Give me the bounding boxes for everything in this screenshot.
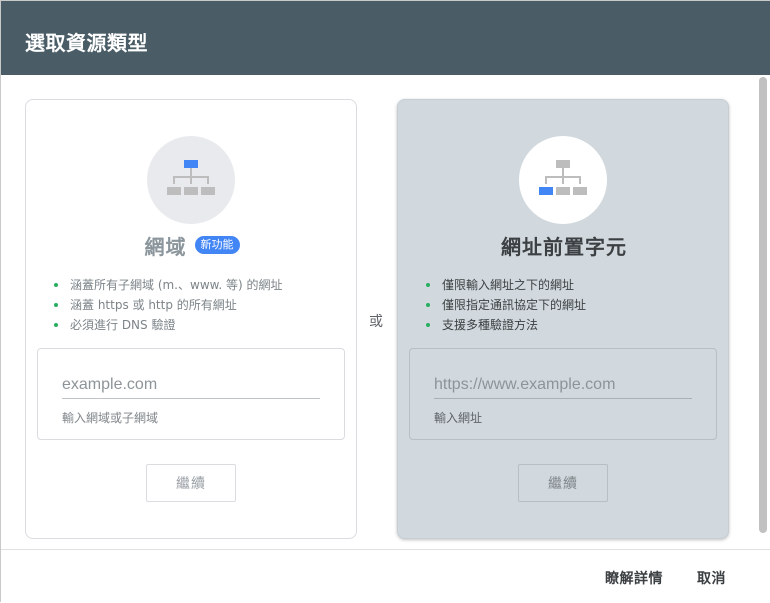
cancel-button[interactable]: 取消 [691, 564, 732, 592]
scrollbar-thumb[interactable] [759, 77, 767, 533]
prefix-input-box: 輸入網址 [409, 348, 717, 440]
domain-card[interactable]: 網域 新功能 涵蓋所有子網域 (m.、www. 等) 的網址 涵蓋 https … [25, 99, 357, 539]
feature-item: 支援多種驗證方法 [426, 315, 586, 335]
dialog-footer: 瞭解詳情 取消 [1, 549, 770, 603]
domain-input-box: 輸入網域或子網域 [37, 348, 345, 440]
domain-feature-list: 涵蓋所有子網域 (m.、www. 等) 的網址 涵蓋 https 或 http … [54, 275, 282, 335]
scrollbar[interactable] [757, 75, 769, 549]
feature-item: 僅限輸入網址之下的網址 [426, 275, 586, 295]
feature-item: 涵蓋所有子網域 (m.、www. 等) 的網址 [54, 275, 282, 295]
or-separator: 或 [369, 314, 383, 330]
feature-item: 涵蓋 https 或 http 的所有網址 [54, 295, 282, 315]
new-feature-badge: 新功能 [194, 236, 240, 254]
sitemap-icon [167, 160, 215, 195]
feature-item: 必須進行 DNS 驗證 [54, 315, 282, 335]
domain-input-helper: 輸入網域或子網域 [62, 411, 159, 425]
url-prefix-card[interactable]: 網址前置字元 僅限輸入網址之下的網址 僅限指定通訊協定下的網址 支援多種驗證方法… [397, 99, 729, 539]
domain-input[interactable] [62, 371, 320, 399]
domain-icon-circle [147, 136, 235, 224]
dialog-body: 網域 新功能 涵蓋所有子網域 (m.、www. 等) 的網址 涵蓋 https … [1, 75, 770, 549]
domain-title: 網域 [144, 234, 187, 259]
prefix-icon-circle [519, 136, 607, 224]
select-property-type-dialog: 選取資源類型 網域 新功能 涵蓋所有子網域 (m.、www. 等) 的網址 涵蓋… [0, 0, 770, 603]
prefix-input-helper: 輸入網址 [434, 411, 483, 425]
prefix-feature-list: 僅限輸入網址之下的網址 僅限指定通訊協定下的網址 支援多種驗證方法 [426, 275, 586, 335]
url-prefix-input[interactable] [434, 371, 692, 399]
dialog-title: 選取資源類型 [25, 31, 148, 55]
prefix-continue-button[interactable]: 繼續 [518, 464, 608, 502]
feature-item: 僅限指定通訊協定下的網址 [426, 295, 586, 315]
domain-heading: 網域 新功能 [26, 230, 358, 260]
prefix-heading: 網址前置字元 [398, 230, 730, 260]
learn-more-button[interactable]: 瞭解詳情 [599, 564, 669, 592]
dialog-header: 選取資源類型 [1, 1, 770, 75]
prefix-title: 網址前置字元 [501, 234, 627, 259]
domain-continue-button[interactable]: 繼續 [146, 464, 236, 502]
sitemap-icon [539, 160, 587, 195]
